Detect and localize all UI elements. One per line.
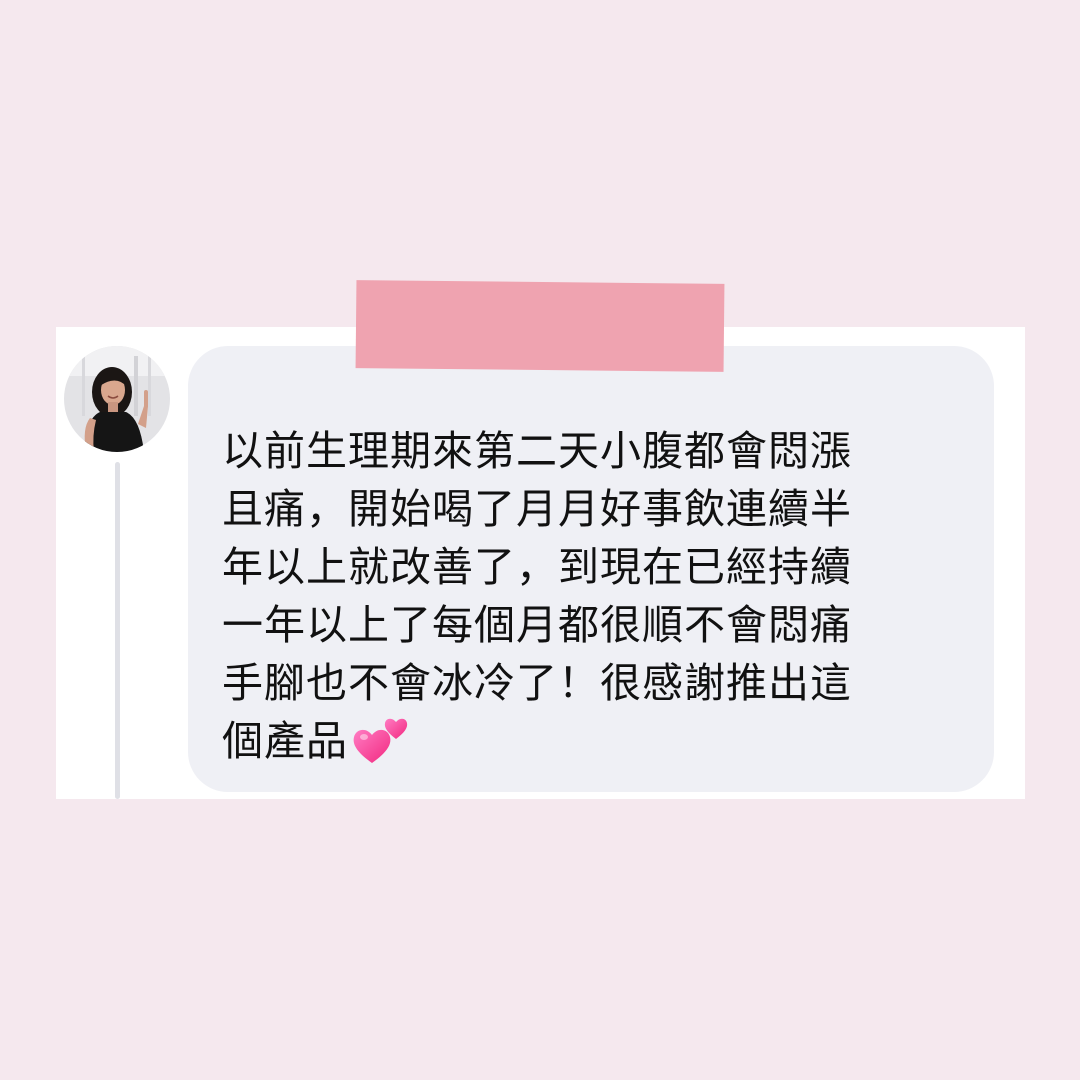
message-line: 年以上就改善了，到現在已經持續 — [222, 543, 852, 591]
message-line: 且痛，開始喝了月月好事飲連續半 — [222, 485, 852, 533]
message-line: 手腳也不會冰冷了！很感謝推出這 — [222, 659, 852, 707]
comment-message: 以前生理期來第二天小腹都會悶漲 且痛，開始喝了月月好事飲連續半 年以上就改善了，… — [222, 422, 982, 770]
message-line: 一年以上了每個月都很順不會悶痛 — [222, 601, 852, 649]
message-line-text: 個產品 — [222, 717, 348, 765]
two-hearts-icon — [352, 713, 408, 767]
message-last-line: 個產品 — [222, 712, 982, 770]
decorative-tape — [355, 280, 725, 372]
thread-line — [115, 462, 120, 799]
message-line: 以前生理期來第二天小腹都會悶漲 — [222, 427, 852, 475]
avatar-photo-icon — [64, 346, 170, 452]
user-avatar[interactable] — [64, 346, 170, 452]
